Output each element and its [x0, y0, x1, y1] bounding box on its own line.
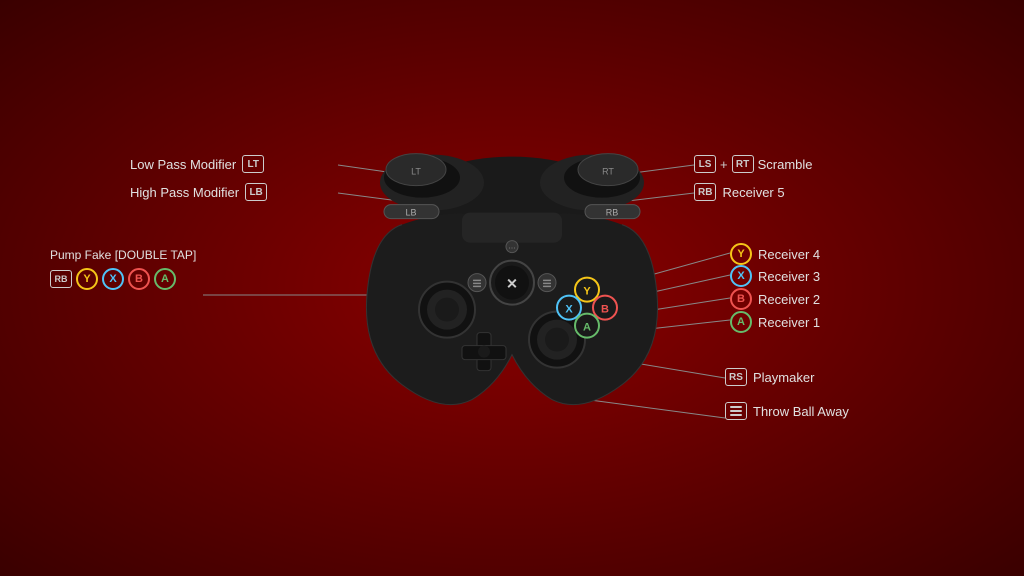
- high-pass-modifier-label: High Pass Modifier LB: [130, 183, 267, 201]
- pump-fake-label: Pump Fake [DOUBLE TAP]: [50, 248, 196, 262]
- pump-fake-badges: RB Y X B A: [50, 268, 196, 290]
- a-badge: A: [730, 311, 752, 333]
- controller-image: ✕ Y X B A LB: [342, 135, 682, 430]
- receiver5-label: RB Receiver 5: [694, 183, 785, 201]
- pump-a-badge: A: [154, 268, 176, 290]
- receiver2-label: B Receiver 2: [730, 288, 820, 310]
- throw-ball-away-label: Throw Ball Away: [725, 402, 849, 420]
- svg-text:X: X: [565, 304, 573, 316]
- lb-badge: LB: [245, 183, 267, 201]
- svg-text:LT: LT: [411, 167, 421, 177]
- ls-badge: LS: [694, 155, 716, 173]
- svg-text:⋯: ⋯: [509, 246, 516, 253]
- scramble-label: LS + RT Scramble: [694, 155, 813, 173]
- rt-badge: RT: [732, 155, 754, 173]
- pump-fake-section: Pump Fake [DOUBLE TAP] RB Y X B A: [50, 248, 196, 290]
- pump-y-badge: Y: [76, 268, 98, 290]
- pump-rb-badge: RB: [50, 270, 72, 288]
- svg-text:✕: ✕: [506, 276, 518, 292]
- pump-b-badge: B: [128, 268, 150, 290]
- y-badge: Y: [730, 243, 752, 265]
- svg-text:RT: RT: [602, 167, 614, 177]
- b-badge: B: [730, 288, 752, 310]
- receiver3-label: X Receiver 3: [730, 265, 820, 287]
- low-pass-modifier-label: Low Pass Modifier LT: [130, 155, 264, 173]
- x-badge: X: [730, 265, 752, 287]
- svg-text:RB: RB: [606, 208, 619, 218]
- menu-icon: [725, 402, 747, 420]
- svg-text:B: B: [601, 304, 609, 316]
- pump-x-badge: X: [102, 268, 124, 290]
- playmaker-label: RS Playmaker: [725, 368, 814, 386]
- lt-badge: LT: [242, 155, 264, 173]
- rs-badge: RS: [725, 368, 747, 386]
- rb-badge: RB: [694, 183, 716, 201]
- svg-text:A: A: [583, 322, 591, 334]
- receiver4-label: Y Receiver 4: [730, 243, 820, 265]
- receiver1-label: A Receiver 1: [730, 311, 820, 333]
- svg-text:Y: Y: [583, 286, 591, 298]
- svg-text:LB: LB: [405, 208, 416, 218]
